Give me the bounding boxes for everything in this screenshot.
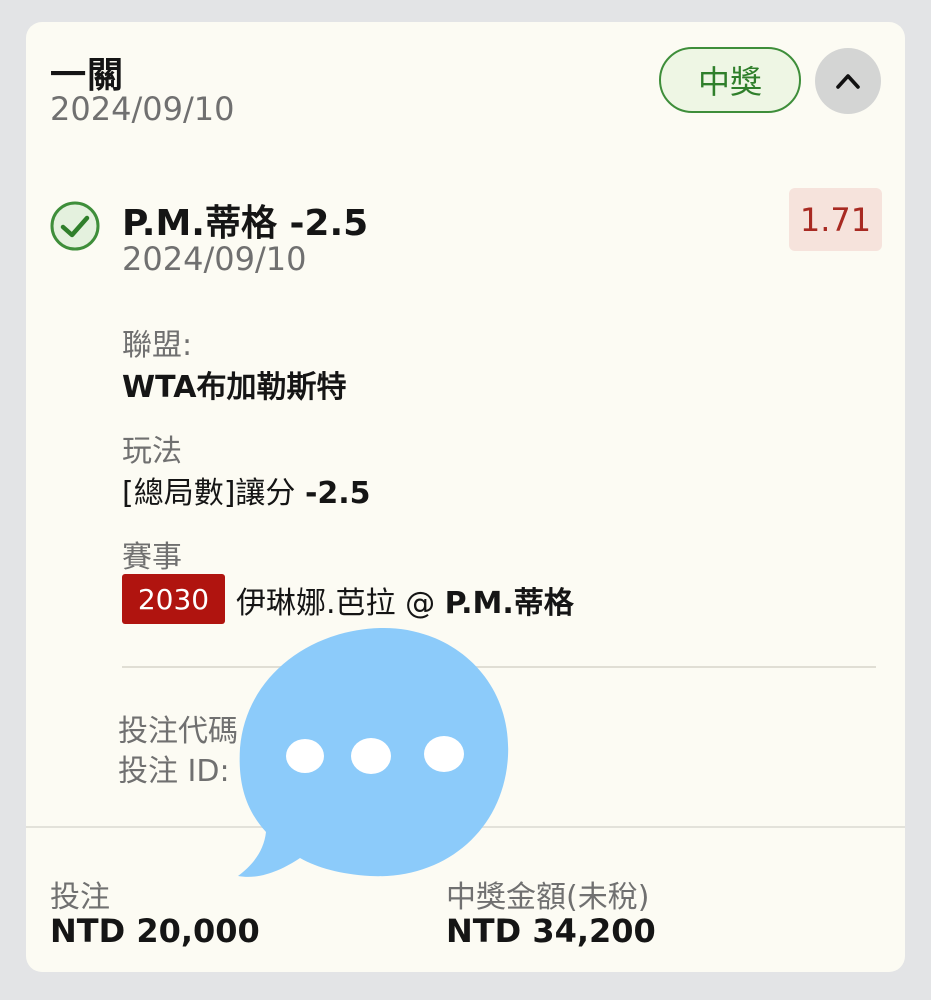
chat-bubble-more-icon[interactable]: [230, 618, 520, 888]
bet-id-label: 投注 ID:: [118, 754, 230, 789]
market-value: [總局數]讓分 -2.5: [122, 468, 371, 512]
bet-code-label: 投注代碼: [118, 714, 238, 749]
collapse-button[interactable]: [815, 48, 881, 114]
check-circle-icon: [50, 201, 100, 251]
chevron-up-icon: [836, 74, 860, 89]
payout-value: NTD 34,200: [446, 912, 656, 950]
league-label: 聯盟:: [122, 328, 193, 363]
selection-name: P.M.蒂格 -2.5: [122, 203, 369, 244]
league-value-text: WTA布加勒斯特: [122, 370, 347, 405]
bet-date: 2024/09/10: [50, 90, 235, 128]
stake-value: NTD 20,000: [50, 912, 260, 950]
event-name: 伊琳娜.芭拉 @ P.M.蒂格: [236, 578, 574, 622]
odds-badge: 1.71: [789, 188, 882, 251]
league-value: WTA布加勒斯特: [122, 362, 346, 406]
event-id-badge: 2030: [122, 574, 225, 624]
event-name-prefix: 伊琳娜.芭拉 @: [236, 586, 445, 621]
market-value-prefix: [總局數]讓分: [122, 476, 305, 511]
status-badge: 中獎: [659, 47, 801, 113]
stake-label: 投注: [50, 880, 110, 915]
event-name-suffix: P.M.蒂格: [444, 586, 574, 621]
event-label: 賽事: [122, 540, 182, 575]
market-label: 玩法: [122, 434, 182, 469]
market-value-line: -2.5: [304, 476, 371, 511]
selection-date: 2024/09/10: [122, 240, 307, 278]
